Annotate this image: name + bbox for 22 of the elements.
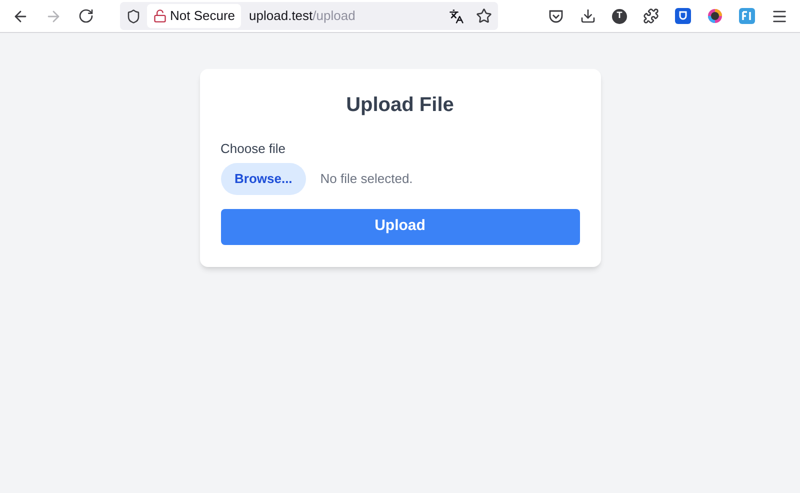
color-ring-icon[interactable]: [707, 8, 723, 24]
security-label: Not Secure: [170, 7, 236, 26]
url-host: upload.test: [249, 7, 313, 26]
lock-icon: [153, 9, 167, 23]
reload-icon[interactable]: [78, 8, 94, 24]
field-label: Choose file: [220, 140, 287, 158]
pocket-icon[interactable]: [548, 8, 564, 24]
download-icon[interactable]: [580, 8, 596, 24]
shield-icon[interactable]: [126, 8, 141, 24]
card-title: Upload File: [345, 93, 455, 117]
upload-button[interactable]: Upload: [220, 208, 580, 244]
shield-extension-icon[interactable]: [675, 8, 691, 24]
extension-tile-icon[interactable]: [739, 8, 755, 24]
bookmark-star-icon[interactable]: [476, 8, 492, 24]
address-bar[interactable]: Not Secure upload.test/upload: [120, 2, 498, 30]
extensions-icon[interactable]: [643, 8, 659, 24]
url-path: /upload: [312, 7, 356, 26]
translate-icon[interactable]: [449, 8, 464, 24]
security-badge[interactable]: Not Secure: [147, 4, 242, 28]
browse-button[interactable]: Browse...: [220, 162, 306, 194]
account-avatar[interactable]: T: [612, 8, 627, 24]
file-status: No file selected.: [320, 170, 413, 188]
